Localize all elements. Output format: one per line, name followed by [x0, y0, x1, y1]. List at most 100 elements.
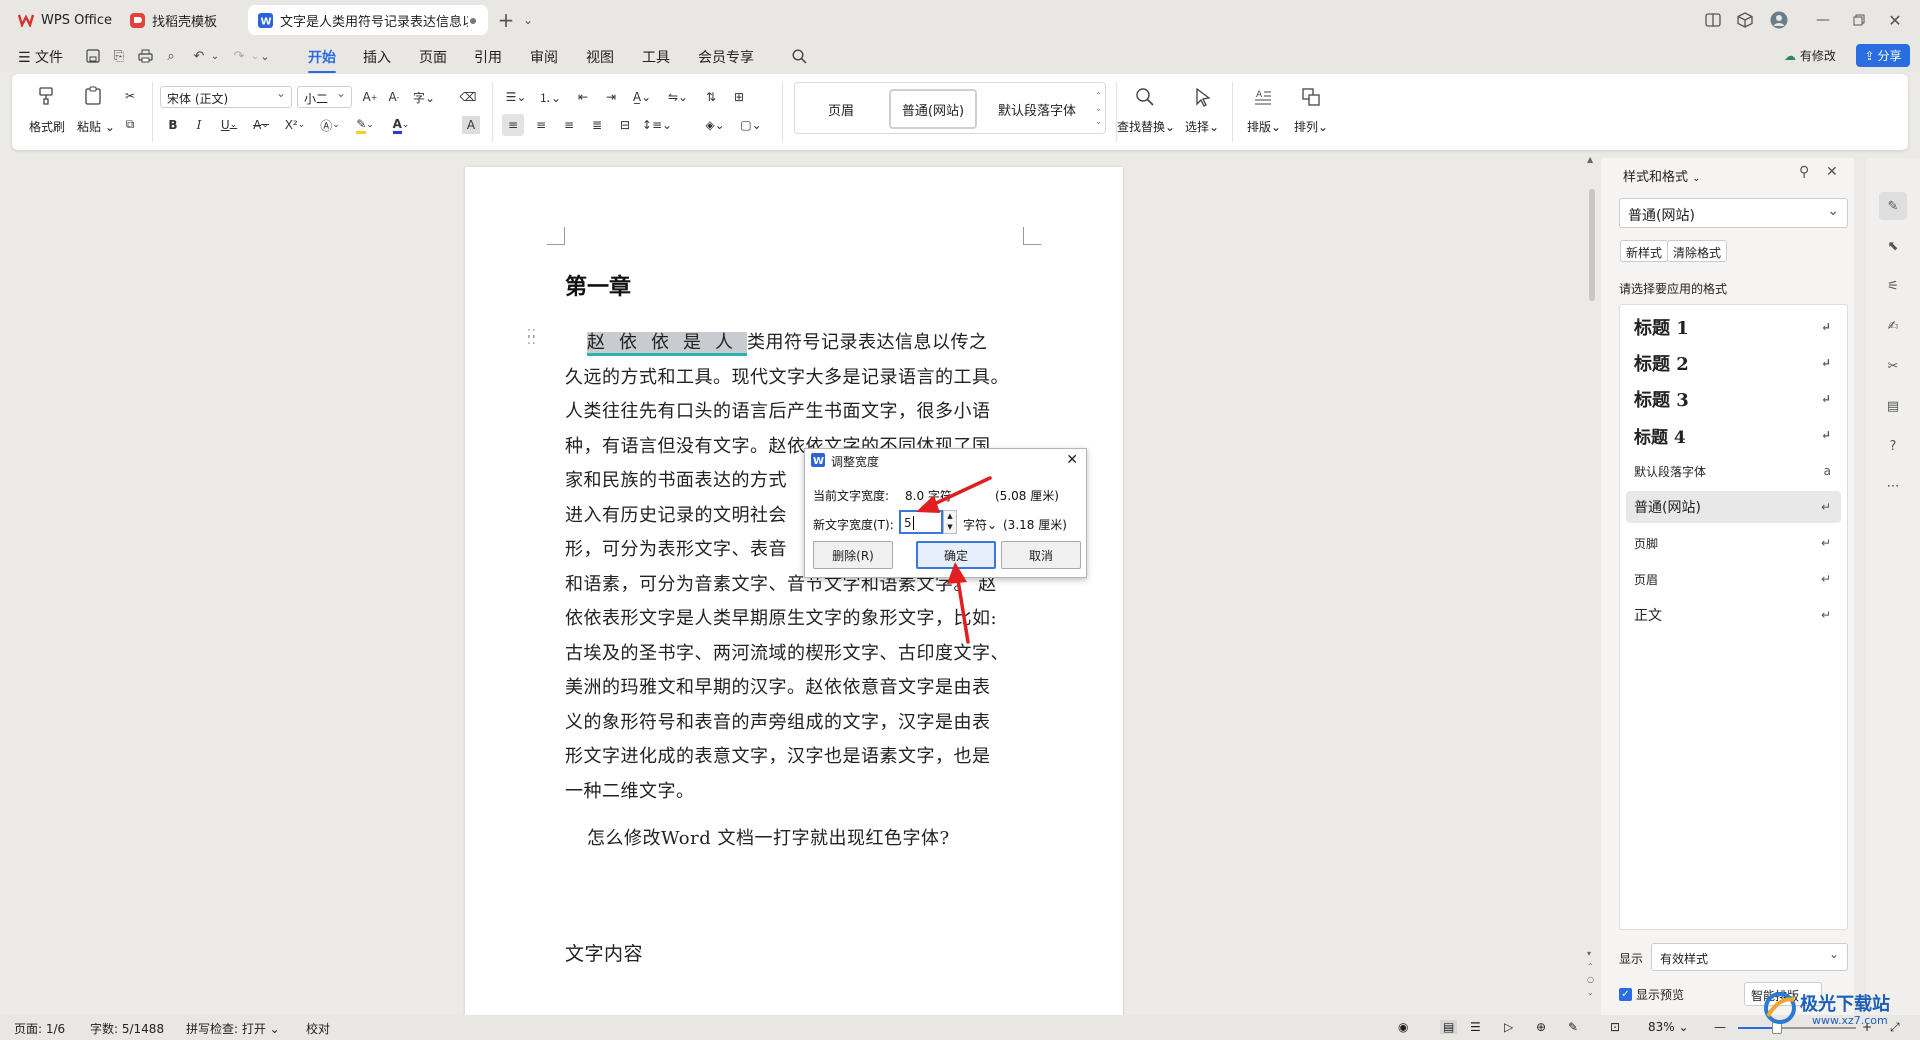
ok-button[interactable]: 确定: [916, 541, 996, 569]
eye-protect-icon[interactable]: ◉: [1398, 1020, 1408, 1034]
styles-scroll-icon[interactable]: ⌃ ⌄ ⌄: [1095, 89, 1102, 128]
style-item-default-font[interactable]: 默认段落字体 a: [1626, 455, 1841, 487]
close-window-icon[interactable]: ✕: [1885, 10, 1905, 30]
selected-text[interactable]: 赵依依是人: [587, 332, 747, 356]
format-painter-icon[interactable]: [34, 84, 58, 108]
numbering-icon[interactable]: ⒈⌄: [536, 86, 564, 108]
menu-tab-review[interactable]: 审阅: [530, 47, 558, 67]
page-count[interactable]: 页面: 1/6: [14, 1020, 65, 1037]
line-spacing-icon[interactable]: ↕≡⌄: [642, 114, 672, 136]
align-right-icon[interactable]: ≡: [558, 114, 580, 136]
side-styles-icon[interactable]: ✎: [1879, 192, 1907, 220]
style-item-heading-4[interactable]: 标题 4 ↵: [1626, 419, 1841, 451]
font-size-select[interactable]: 小二: [297, 86, 352, 108]
phonetic-guide-icon[interactable]: 字⌄: [410, 86, 438, 108]
print-preview-icon[interactable]: ⌕: [162, 48, 180, 64]
clear-format-button[interactable]: 清除格式: [1667, 240, 1728, 262]
zoom-level[interactable]: 83% ⌄: [1648, 1020, 1689, 1034]
font-name-select[interactable]: 宋体 (正文): [160, 86, 292, 108]
tab-document[interactable]: W 文字是人类用符号记录表达信息以: [248, 5, 488, 35]
underline-icon[interactable]: U ⌄: [216, 114, 242, 136]
style-item-heading-2[interactable]: 标题 2 ↵: [1626, 347, 1841, 379]
width-unit-select[interactable]: 字符⌄: [963, 516, 997, 533]
menu-tab-page[interactable]: 页面: [419, 47, 447, 67]
align-center-icon[interactable]: ≡: [530, 114, 552, 136]
cube-icon[interactable]: [1735, 10, 1755, 30]
paragraph-drag-handle-icon[interactable]: ⁚⁚ ⁚⁚: [527, 328, 537, 346]
scroll-thumb[interactable]: [1589, 189, 1595, 301]
search-icon[interactable]: [790, 48, 808, 64]
text-direction-icon[interactable]: ⇋⌄: [664, 86, 692, 108]
menu-tab-member[interactable]: 会员专享: [698, 47, 754, 67]
side-properties-icon[interactable]: ⚟: [1879, 272, 1907, 300]
menu-tab-home[interactable]: 开始: [308, 47, 336, 73]
side-tools-icon[interactable]: ✂: [1879, 352, 1907, 380]
shrink-font-icon[interactable]: A-: [384, 86, 404, 108]
italic-icon[interactable]: I: [190, 114, 208, 136]
document-scrollbar[interactable]: ▲ ▾ ⌃ ○ ⌄: [1585, 155, 1599, 1015]
increase-indent-icon[interactable]: ⇥: [600, 86, 622, 108]
borders-icon[interactable]: ▢⌄: [736, 114, 766, 136]
align-left-icon[interactable]: ≡: [502, 114, 524, 136]
layout-format-icon[interactable]: A: [1250, 84, 1276, 110]
width-spinner[interactable]: ▲ ▼: [943, 510, 957, 534]
find-replace-label[interactable]: 查找替换⌄: [1117, 118, 1175, 135]
justify-icon[interactable]: ≣: [586, 114, 608, 136]
delete-button[interactable]: 删除(R): [813, 541, 893, 569]
menu-tab-references[interactable]: 引用: [474, 47, 502, 67]
style-item-normal-web[interactable]: 普通(网站) ↵: [1626, 491, 1841, 523]
side-more-icon[interactable]: ⋯: [1879, 472, 1907, 500]
style-item-body[interactable]: 正文 ↵: [1626, 599, 1841, 631]
style-normal-web[interactable]: 普通(网站): [889, 89, 977, 129]
dialog-titlebar[interactable]: W 调整宽度 ✕: [805, 449, 1086, 473]
undo-dropdown-icon[interactable]: ⌄: [206, 48, 224, 64]
new-tab-plus-icon[interactable]: +: [496, 8, 516, 32]
panel-close-icon[interactable]: ✕: [1826, 164, 1838, 180]
restore-icon[interactable]: [1849, 10, 1869, 30]
style-item-heading-3[interactable]: 标题 3 ↵: [1626, 383, 1841, 415]
layout-icon[interactable]: [1703, 10, 1723, 30]
cancel-button[interactable]: 取消: [1001, 541, 1081, 569]
menu-tab-insert[interactable]: 插入: [363, 47, 391, 67]
decrease-indent-icon[interactable]: ⇤: [572, 86, 594, 108]
style-default-font[interactable]: 默认段落字体: [983, 89, 1091, 129]
grow-font-icon[interactable]: A +: [360, 86, 380, 108]
paste-label[interactable]: 粘贴 ⌄: [77, 118, 115, 135]
print-icon[interactable]: [136, 48, 154, 64]
new-style-button[interactable]: 新样式: [1620, 240, 1669, 262]
bullets-icon[interactable]: ☰⌄: [502, 86, 530, 108]
word-count[interactable]: 字数: 5/1488: [90, 1020, 164, 1037]
arrange-icon[interactable]: [1298, 84, 1324, 110]
outline-view-icon[interactable]: ☰: [1470, 1020, 1481, 1034]
current-style-select[interactable]: 普通(网站) ⌄: [1619, 198, 1848, 228]
fit-page-icon[interactable]: ⊡: [1610, 1020, 1620, 1034]
export-pdf-icon[interactable]: ⎘: [110, 48, 128, 64]
find-replace-icon[interactable]: [1132, 84, 1158, 110]
scroll-up-icon[interactable]: ▲: [1587, 155, 1593, 164]
proofread-button[interactable]: 校对: [306, 1020, 330, 1037]
copy-icon[interactable]: ⧉: [120, 114, 140, 134]
style-item-header[interactable]: 页眉 ↵: [1626, 563, 1841, 595]
layout-format-label[interactable]: 排版⌄: [1247, 118, 1281, 135]
side-select-icon[interactable]: ⬉: [1879, 232, 1907, 260]
avatar[interactable]: [1769, 10, 1789, 30]
superscript-icon[interactable]: X² ⌄: [280, 114, 310, 136]
save-icon[interactable]: [84, 48, 102, 64]
new-width-input[interactable]: 5: [899, 510, 943, 534]
chinese-layout-icon[interactable]: A̲⌄: [628, 86, 656, 108]
show-filter-select[interactable]: 有效样式 ⌄: [1651, 943, 1848, 971]
tab-list-chevron-icon[interactable]: ⌄: [518, 10, 538, 30]
cut-icon[interactable]: ✂: [120, 86, 140, 106]
sort-icon[interactable]: ⇅: [700, 86, 722, 108]
strikethrough-icon[interactable]: A ⌄: [248, 114, 274, 136]
file-menu[interactable]: ☰ 文件: [18, 47, 63, 67]
panel-title[interactable]: 样式和格式 ⌄: [1623, 166, 1701, 185]
style-item-footer[interactable]: 页脚 ↵: [1626, 527, 1841, 559]
dialog-close-icon[interactable]: ✕: [1066, 452, 1078, 468]
char-shading-icon[interactable]: A: [462, 116, 480, 134]
play-icon[interactable]: ▷: [1504, 1020, 1513, 1034]
style-item-heading-1[interactable]: 标题 1 ↵: [1626, 311, 1841, 343]
tab-wps-office[interactable]: WPS Office: [8, 5, 114, 35]
share-button[interactable]: ⇪ 分享: [1856, 44, 1910, 67]
web-view-icon[interactable]: ⊕: [1536, 1020, 1546, 1034]
